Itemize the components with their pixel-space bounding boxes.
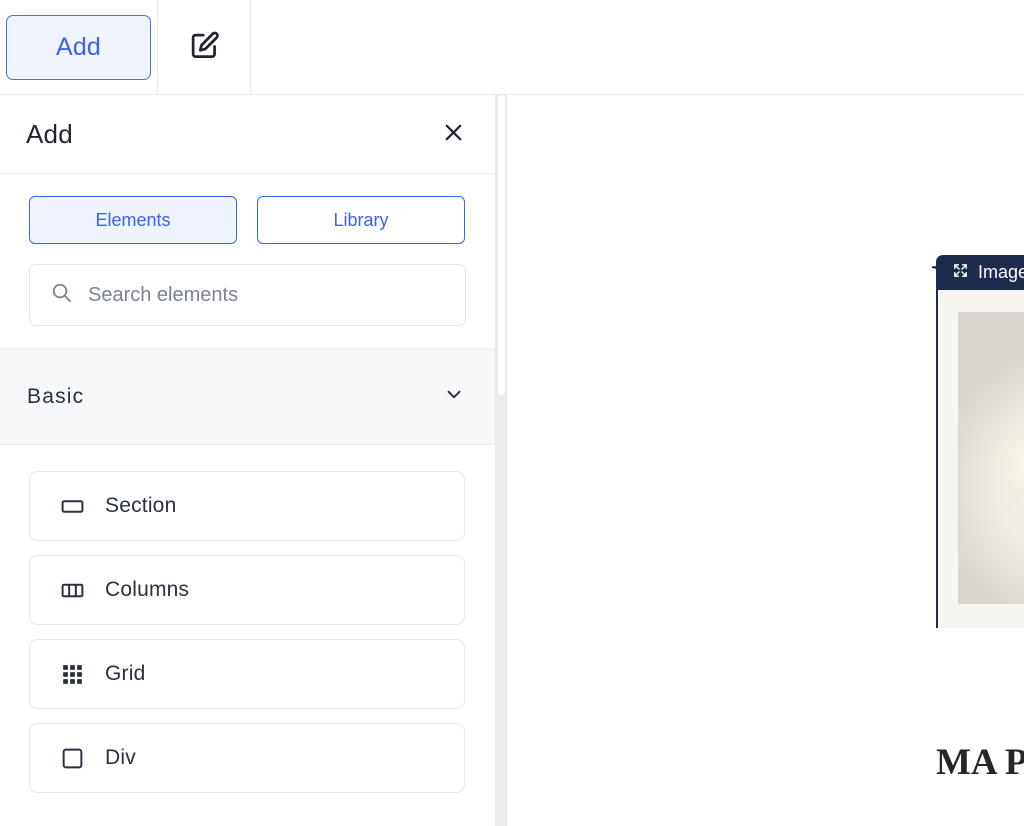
panel-scrollbar[interactable] [496,95,507,826]
block-body [936,290,1024,628]
page-clip: WH Image MA P [507,95,1024,826]
close-icon [442,121,465,147]
search-input[interactable] [86,282,445,308]
search-icon [50,281,73,309]
element-label: Columns [105,578,190,601]
element-item-section[interactable]: Section [29,471,465,541]
search-section [0,264,495,349]
add-button[interactable]: Add [6,14,151,80]
edit-square-pencil-icon [189,30,220,64]
add-elements-panel: Add Elements Library Search elements Bas… [0,95,496,826]
app-root: Add Add Elements Library Search elements… [0,0,1024,826]
panel-title: Add [26,118,73,149]
element-item-grid[interactable]: Grid [29,639,465,709]
square-icon [59,745,85,771]
top-toolbar: Add [0,0,1024,95]
panel-tabs: Elements Library [0,174,495,264]
block-badge-label: Image [978,262,1024,282]
chevron-down-icon [443,383,465,410]
tab-library[interactable]: Library [257,196,465,244]
panel-scrollbar-thumb[interactable] [498,95,505,395]
flower-bowl-photo [958,312,1024,604]
search-box[interactable] [29,264,466,326]
section-rectangle-icon [59,493,85,519]
section-header-basic[interactable]: Basic [0,349,495,445]
page-content-heading: MA PEI [936,742,1024,783]
toolbar-add-cell: Add [0,0,158,94]
element-label: Grid [105,662,146,685]
element-label: Div [105,746,136,769]
panel-close-button[interactable] [435,116,471,152]
element-item-columns[interactable]: Columns [29,555,465,625]
selected-image-block[interactable]: Image [936,255,1024,628]
grid-dots-icon [59,661,85,687]
element-label: Section [105,494,177,517]
tab-elements[interactable]: Elements [29,196,237,244]
canvas-area: WH Image MA P [507,95,1024,826]
element-list: Section Columns Grid Div [0,445,495,813]
page-preview[interactable]: WH Image MA P [507,95,1024,826]
block-badge: Image [936,255,1024,290]
element-item-div[interactable]: Div [29,723,465,793]
move-resize-arrows-icon [952,262,969,284]
section-title: Basic [27,384,85,408]
toolbar-edit-cell [158,0,251,94]
panel-header: Add [0,95,495,174]
columns-icon [59,577,85,603]
edit-button[interactable] [181,24,227,70]
